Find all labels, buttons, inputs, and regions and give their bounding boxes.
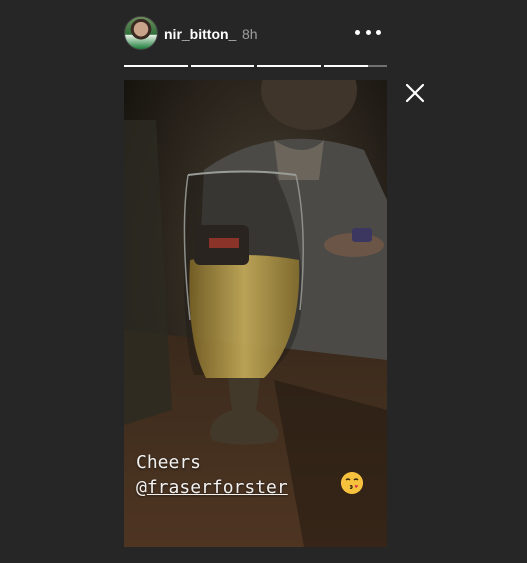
kissing-heart-emoji-icon — [341, 472, 363, 494]
progress-segment — [124, 65, 188, 67]
story-caption: Cheers @fraserforster — [136, 450, 288, 500]
progress-fill — [323, 65, 368, 67]
more-dot — [376, 29, 381, 35]
progress-segment — [257, 65, 321, 67]
progress-segment — [323, 65, 387, 67]
close-icon[interactable] — [402, 80, 428, 106]
post-time: 8h — [242, 26, 258, 42]
progress-segment — [190, 65, 254, 67]
username[interactable]: nir_bitton_ — [164, 26, 236, 42]
avatar[interactable] — [124, 16, 158, 50]
more-options-icon[interactable] — [355, 22, 381, 42]
progress-fill — [124, 65, 188, 67]
progress-fill — [190, 65, 254, 67]
story-progress — [124, 65, 387, 67]
at-sign: @ — [136, 477, 147, 498]
caption-mention-line: @fraserforster — [136, 475, 288, 500]
progress-fill — [257, 65, 321, 67]
mention-link[interactable]: fraserforster — [147, 477, 288, 498]
more-dot — [355, 29, 360, 35]
story-header: nir_bitton_ 8h — [124, 16, 387, 52]
more-dot — [365, 29, 371, 35]
caption-line: Cheers — [136, 452, 202, 473]
